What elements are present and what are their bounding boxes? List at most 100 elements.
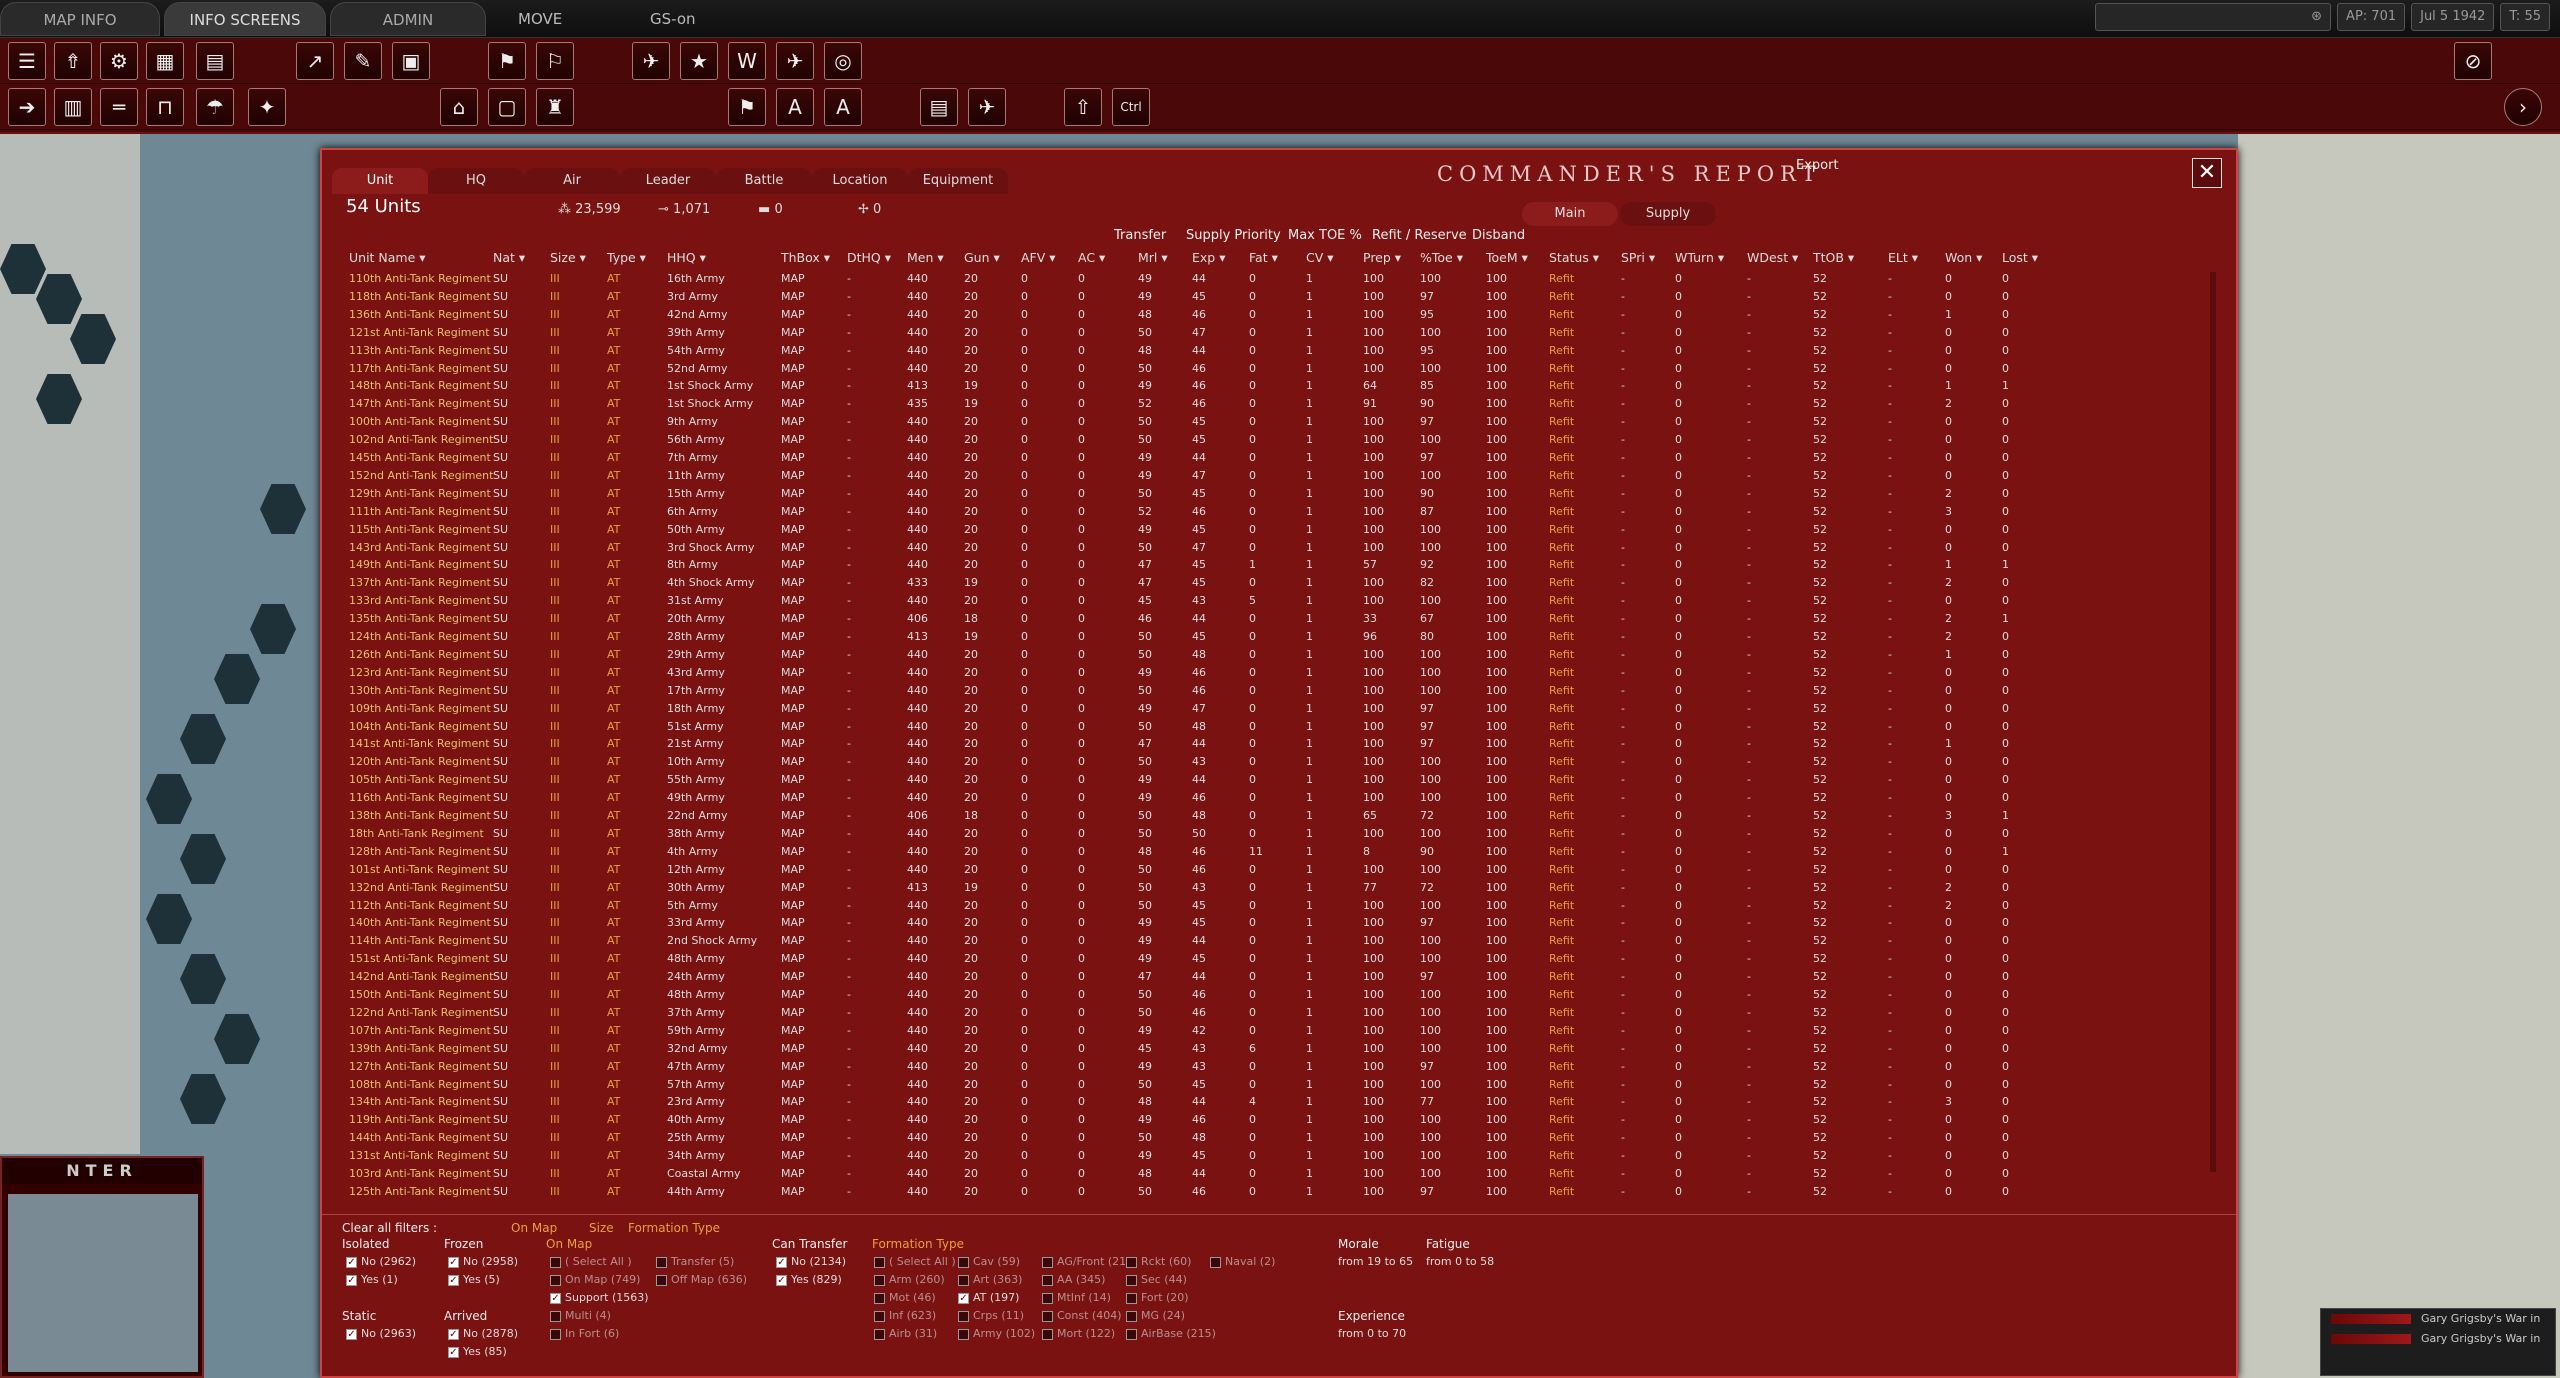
arrow-out-icon[interactable]: ↗ xyxy=(296,42,334,80)
column-header[interactable]: Size ▾ xyxy=(550,250,586,265)
filter-checkbox[interactable]: ✓ No (2963) xyxy=(346,1327,416,1340)
train-icon[interactable]: ▥ xyxy=(54,88,92,126)
filter-checkbox[interactable]: Naval (2) xyxy=(1210,1255,1275,1268)
filter-checkbox[interactable]: Army (102) xyxy=(958,1327,1035,1340)
unit-list-icon[interactable]: ☰ xyxy=(8,42,46,80)
notification-item[interactable]: Gary Grigsby's War in xyxy=(2321,1329,2555,1349)
filter-checkbox[interactable]: ✓ Support (1563) xyxy=(550,1291,649,1304)
table-row[interactable]: 108th Anti-Tank Regiment SU III AT 57th Army… xyxy=(328,1076,2230,1094)
filter-checkbox[interactable]: AA (345) xyxy=(1042,1273,1105,1286)
hq-icon[interactable]: ⚑ xyxy=(488,42,526,80)
table-row[interactable]: 142nd Anti-Tank Regiment SU III AT 24th Army… xyxy=(328,968,2230,986)
chart-icon[interactable]: ▦ xyxy=(146,42,184,80)
ai-toggle-icon[interactable]: A xyxy=(824,88,862,126)
production-icon[interactable]: ⇮ xyxy=(54,42,92,80)
active-filter-tag[interactable]: Size xyxy=(589,1221,614,1235)
filter-checkbox[interactable]: AirBase (215) xyxy=(1126,1327,1216,1340)
column-header[interactable]: ELt ▾ xyxy=(1888,250,1918,265)
move-button[interactable]: MOVE xyxy=(518,2,562,36)
column-header[interactable]: Gun ▾ xyxy=(964,250,1000,265)
filter-checkbox[interactable]: MG (24) xyxy=(1126,1309,1185,1322)
filter-checkbox[interactable]: Airb (31) xyxy=(874,1327,937,1340)
air-recon-icon[interactable]: ✦ xyxy=(248,88,286,126)
column-header[interactable]: %Toe ▾ xyxy=(1420,250,1463,265)
filter-checkbox[interactable]: ✓ Yes (829) xyxy=(776,1273,842,1286)
table-row[interactable]: 104th Anti-Tank Regiment SU III AT 51st Army… xyxy=(328,718,2230,736)
table-scrollbar[interactable] xyxy=(2210,272,2216,1172)
table-row[interactable]: 143rd Anti-Tank Regiment SU III AT 3rd Shock… xyxy=(328,539,2230,557)
transfer-button[interactable]: Transfer xyxy=(1114,228,1166,243)
filter-checkbox[interactable]: In Fort (6) xyxy=(550,1327,619,1340)
table-row[interactable]: 140th Anti-Tank Regiment SU III AT 33rd Army… xyxy=(328,914,2230,932)
table-row[interactable]: 148th Anti-Tank Regiment SU III AT 1st Shock… xyxy=(328,377,2230,395)
filter-checkbox[interactable]: Off Map (636) xyxy=(656,1273,747,1286)
table-row[interactable]: 121st Anti-Tank Regiment SU III AT 39th Army… xyxy=(328,324,2230,342)
column-header[interactable]: HHQ ▾ xyxy=(667,250,706,265)
filter-checkbox[interactable]: ( Select All ) xyxy=(550,1255,632,1268)
filter-checkbox[interactable]: ✓ Yes (5) xyxy=(448,1273,500,1286)
filter-checkbox[interactable]: Transfer (5) xyxy=(656,1255,734,1268)
report-icon[interactable]: ▤ xyxy=(196,42,234,80)
table-row[interactable]: 112th Anti-Tank Regiment SU III AT 5th Army M… xyxy=(328,897,2230,915)
column-header[interactable]: ToeM ▾ xyxy=(1486,250,1528,265)
tab-map-info[interactable]: MAP INFO xyxy=(0,2,160,36)
aircraft-icon[interactable]: ✈ xyxy=(776,42,814,80)
tab-hq[interactable]: HQ xyxy=(428,168,524,194)
filter-checkbox[interactable]: ( Select All ) xyxy=(874,1255,956,1268)
table-row[interactable]: 115th Anti-Tank Regiment SU III AT 50th Army… xyxy=(328,521,2230,539)
close-button[interactable]: ✕ xyxy=(2192,158,2222,188)
filter-checkbox[interactable]: ✓ No (2134) xyxy=(776,1255,846,1268)
ctrl-icon[interactable]: Ctrl xyxy=(1112,88,1150,126)
tab-air[interactable]: Air xyxy=(524,168,620,194)
clear-filters-button[interactable]: Clear all filters : xyxy=(342,1221,437,1235)
disband-button[interactable]: Disband xyxy=(1472,228,1525,243)
filter-checkbox[interactable]: Mot (46) xyxy=(874,1291,936,1304)
table-row[interactable]: 113th Anti-Tank Regiment SU III AT 54th Army… xyxy=(328,342,2230,360)
table-row[interactable]: 126th Anti-Tank Regiment SU III AT 29th Army… xyxy=(328,646,2230,664)
column-header[interactable]: Fat ▾ xyxy=(1249,250,1278,265)
target-icon[interactable]: ◎ xyxy=(824,42,862,80)
gs-toggle[interactable]: GS-on xyxy=(650,2,696,36)
table-row[interactable]: 152nd Anti-Tank Regiment SU III AT 11th Army… xyxy=(328,467,2230,485)
hq-attach-icon[interactable]: ⚐ xyxy=(536,42,574,80)
filter-checkbox[interactable]: Cav (59) xyxy=(958,1255,1020,1268)
table-row[interactable]: 118th Anti-Tank Regiment SU III AT 3rd Army M… xyxy=(328,288,2230,306)
bridge-icon[interactable]: ⊓ xyxy=(146,88,184,126)
clipboard-icon[interactable]: ▣ xyxy=(392,42,430,80)
notification-item[interactable]: Gary Grigsby's War in xyxy=(2321,1309,2555,1329)
filter-checkbox[interactable]: Multi (4) xyxy=(550,1309,611,1322)
experience-range[interactable]: from 0 to 70 xyxy=(1338,1327,1406,1340)
table-row[interactable]: 134th Anti-Tank Regiment SU III AT 23rd Army… xyxy=(328,1093,2230,1111)
column-header[interactable]: DtHQ ▾ xyxy=(847,250,891,265)
table-row[interactable]: 103rd Anti-Tank Regiment SU III AT Coastal A… xyxy=(328,1165,2230,1183)
filter-checkbox[interactable]: Const (404) xyxy=(1042,1309,1122,1322)
table-row[interactable]: 117th Anti-Tank Regiment SU III AT 52nd Army… xyxy=(328,360,2230,378)
column-header[interactable]: WTurn ▾ xyxy=(1675,250,1724,265)
war-icon[interactable]: W xyxy=(728,42,766,80)
table-row[interactable]: 128th Anti-Tank Regiment SU III AT 4th Army M… xyxy=(328,843,2230,861)
table-row[interactable]: 129th Anti-Tank Regiment SU III AT 15th Army… xyxy=(328,485,2230,503)
table-row[interactable]: 127th Anti-Tank Regiment SU III AT 47th Army… xyxy=(328,1058,2230,1076)
table-row[interactable]: 125th Anti-Tank Regiment SU III AT 44th Army… xyxy=(328,1183,2230,1201)
table-row[interactable]: 123rd Anti-Tank Regiment SU III AT 43rd Army… xyxy=(328,664,2230,682)
minimap-view[interactable] xyxy=(8,1194,198,1372)
column-header[interactable]: WDest ▾ xyxy=(1747,250,1798,265)
column-header[interactable]: Mrl ▾ xyxy=(1138,250,1168,265)
table-row[interactable]: 138th Anti-Tank Regiment SU III AT 22nd Army… xyxy=(328,807,2230,825)
table-row[interactable]: 120th Anti-Tank Regiment SU III AT 10th Army… xyxy=(328,753,2230,771)
column-header[interactable]: Unit Name ▾ xyxy=(349,250,426,265)
table-row[interactable]: 122nd Anti-Tank Regiment SU III AT 37th Army… xyxy=(328,1004,2230,1022)
table-row[interactable]: 101st Anti-Tank Regiment SU III AT 12th Army… xyxy=(328,861,2230,879)
column-header[interactable]: ThBox ▾ xyxy=(781,250,830,265)
table-row[interactable]: 132nd Anti-Tank Regiment SU III AT 30th Army… xyxy=(328,879,2230,897)
tab-battle[interactable]: Battle xyxy=(716,168,812,194)
next-turn-icon[interactable]: › xyxy=(2504,88,2542,126)
table-row[interactable]: 124th Anti-Tank Regiment SU III AT 28th Army… xyxy=(328,628,2230,646)
filter-checkbox[interactable]: Art (363) xyxy=(958,1273,1022,1286)
supply-icon[interactable]: ▢ xyxy=(488,88,526,126)
column-header[interactable]: Men ▾ xyxy=(907,250,944,265)
tab-leader[interactable]: Leader xyxy=(620,168,716,194)
tab-admin[interactable]: ADMIN xyxy=(330,2,486,36)
column-header[interactable]: AC ▾ xyxy=(1078,250,1105,265)
table-body[interactable]: 110th Anti-Tank Regiment SU III AT 16th Army… xyxy=(328,270,2230,1202)
